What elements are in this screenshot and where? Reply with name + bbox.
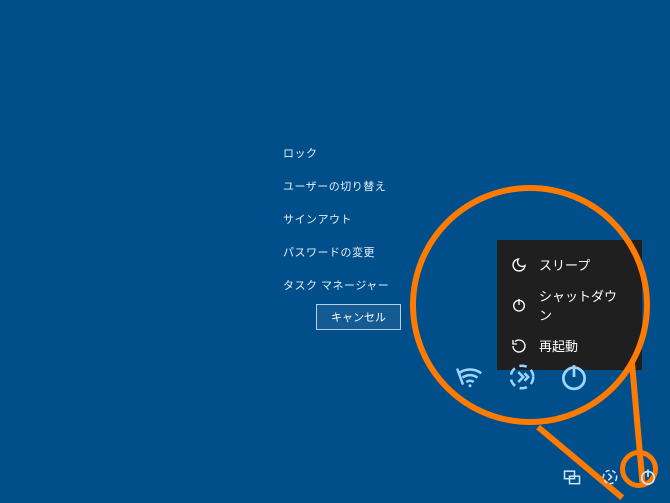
- magnified-tray-icons: [455, 362, 589, 392]
- ease-of-access-icon[interactable]: [600, 467, 620, 487]
- option-task-manager[interactable]: タスク マネージャー: [283, 277, 389, 293]
- power-icon: [511, 297, 527, 313]
- power-menu-restart-label: 再起動: [539, 336, 578, 355]
- power-icon[interactable]: [638, 467, 658, 487]
- restart-icon: [511, 338, 527, 354]
- option-lock[interactable]: ロック: [283, 145, 389, 161]
- power-menu-restart[interactable]: 再起動: [497, 330, 642, 361]
- power-menu-shutdown[interactable]: シャットダウン: [497, 280, 642, 330]
- power-menu-sleep-label: スリープ: [539, 255, 590, 274]
- security-options-list: ロック ユーザーの切り替え サインアウト パスワードの変更 タスク マネージャー: [283, 145, 389, 293]
- option-sign-out[interactable]: サインアウト: [283, 211, 389, 227]
- ease-of-access-icon[interactable]: [507, 362, 537, 392]
- power-menu-sleep[interactable]: スリープ: [497, 249, 642, 280]
- option-switch-user[interactable]: ユーザーの切り替え: [283, 178, 389, 194]
- power-menu: スリープ シャットダウン 再起動: [497, 240, 642, 370]
- tray-icons: [562, 467, 658, 487]
- power-icon[interactable]: [559, 362, 589, 392]
- option-change-password[interactable]: パスワードの変更: [283, 244, 389, 260]
- annotation-connector-line: [629, 363, 645, 483]
- sleep-icon: [511, 257, 527, 273]
- annotation-connector-line: [536, 425, 624, 500]
- power-menu-shutdown-label: シャットダウン: [539, 286, 628, 324]
- wifi-icon[interactable]: [455, 362, 485, 392]
- cancel-button[interactable]: キャンセル: [316, 304, 401, 330]
- network-icon[interactable]: [562, 467, 582, 487]
